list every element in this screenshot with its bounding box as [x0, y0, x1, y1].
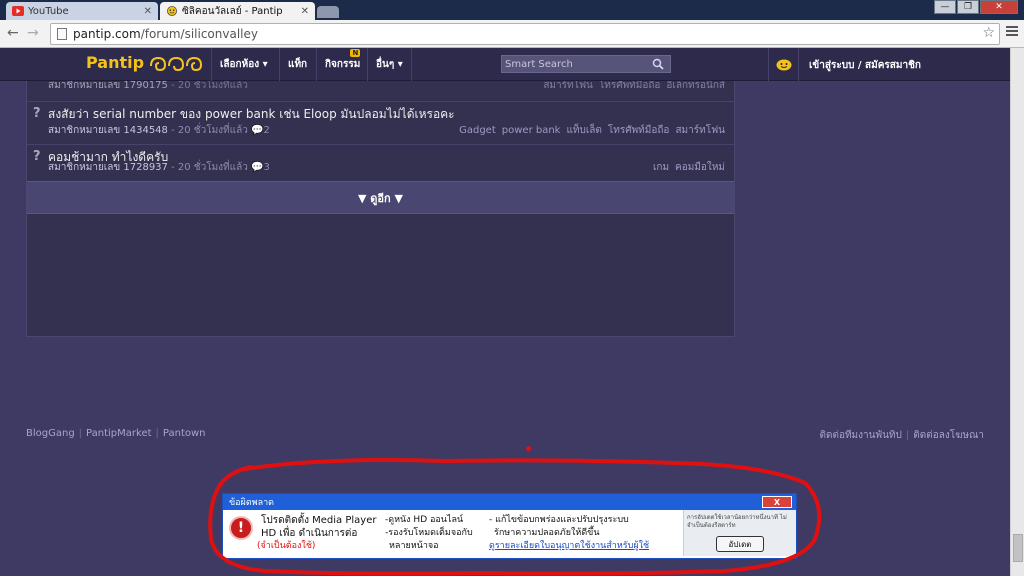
required-note: (จำเป็นต้องใช้) [257, 541, 316, 551]
pantip-emoticon-button[interactable] [768, 48, 799, 81]
comment-count: 2 [263, 125, 270, 136]
tab-title: ซิลิคอนวัลเลย์ - Pantip [182, 5, 283, 17]
pantip-logo[interactable]: Pantip [86, 53, 206, 72]
tab-title: YouTube [28, 5, 69, 17]
topic-tags: เกม คอมมือใหม่ [652, 162, 725, 173]
tab-close-icon[interactable]: ✕ [301, 6, 309, 17]
question-icon: ? [33, 106, 41, 121]
site-navbar: Pantip เลือกห้อง ▾ แท็ก กิจกรรม N อื่นๆ … [0, 48, 1024, 81]
topic-member[interactable]: สมาชิกหมายเลข 1434548 [48, 125, 168, 136]
youtube-icon [12, 6, 24, 16]
tab-youtube[interactable]: YouTube ✕ [6, 2, 158, 20]
nav-select-room[interactable]: เลือกห้อง ▾ [211, 48, 276, 81]
login-register-link[interactable]: เข้าสู่ระบบ / สมัครสมาชิก [809, 58, 921, 73]
search-placeholder: Smart Search [505, 58, 573, 70]
ad-message: โปรดติดตั้ง Media Player HD เพื่อ ดำเนิน… [257, 515, 377, 551]
topic-tags: Gadget power bank แท็บเล็ต โทรศัพท์มือถือ สม… [459, 125, 725, 136]
footer-links-left: BlogGang | PantipMarket | Pantown [26, 428, 206, 439]
comment-icon: 💬 [251, 162, 264, 173]
restore-icon[interactable]: ❐ [957, 0, 979, 14]
pantip-smiley-icon [167, 6, 177, 16]
ad-title: ข้อผิดพลาด [229, 498, 275, 508]
window-controls: — ❐ ✕ [934, 0, 1018, 14]
browser-toolbar: ← → pantip.com/forum/siliconvalley ☆ [0, 20, 1024, 48]
smart-search-input[interactable]: Smart Search [501, 55, 671, 73]
topic-title[interactable]: สงสัยว่า serial number ของ power bank เช… [48, 105, 455, 124]
topic-tags: สมาร์ทโฟน โทรศัพท์มือถือ อิเล็กทรอนิกส์ [543, 81, 725, 91]
footer-link-advertise[interactable]: ติดต่อลงโฆษณา [913, 430, 984, 441]
comment-count: 3 [263, 162, 270, 173]
nav-more[interactable]: อื่นๆ ▾ [367, 48, 412, 81]
browser-tabstrip: YouTube ✕ ซิลิคอนวัลเลย์ - Pantip ✕ — ❐ … [0, 0, 1024, 20]
new-tab-button[interactable] [317, 6, 339, 18]
nav-tags[interactable]: แท็ก [279, 48, 315, 81]
topic-row[interactable]: ? คอมช้ามาก ทำไงดีครับ สมาชิกหมายเลข 172… [27, 145, 734, 181]
footer-link-contact-team[interactable]: ติดต่อทีมงานพันทิป [819, 430, 901, 441]
window-close-icon[interactable]: ✕ [980, 0, 1018, 14]
tab-pantip[interactable]: ซิลิคอนวัลเลย์ - Pantip ✕ [160, 2, 315, 20]
right-sidebar [736, 81, 986, 339]
browser-menu-icon[interactable] [1006, 26, 1018, 38]
topic-row-clipped[interactable]: สมาชิกหมายเลข 1790175 - 20 ชั่วโมงที่แล้… [27, 81, 734, 93]
license-link[interactable]: ดูรายละเอียดใบอนุญาตใช้งานสำหรับผู้ใช้ [489, 540, 649, 553]
logo-text: Pantip [86, 53, 145, 72]
ad-titlebar: ข้อผิดพลาด X [223, 494, 796, 510]
smiley-icon [776, 59, 791, 70]
clipped-topic-area: สมาชิกหมายเลข 1790175 - 20 ชั่วโมงที่แล้… [27, 81, 734, 101]
topic-row[interactable]: ? สงสัยว่า serial number ของ power bank … [27, 101, 734, 145]
scrollbar-thumb[interactable] [1013, 534, 1023, 562]
footer-link-pantipmarket[interactable]: PantipMarket [86, 428, 151, 439]
red-annotation-dot [526, 446, 531, 451]
address-bar[interactable]: pantip.com/forum/siliconvalley ☆ [50, 23, 1000, 45]
ad-close-button[interactable]: X [762, 496, 792, 508]
question-icon: ? [33, 149, 41, 164]
ad-side-note: การอัปเดตใช้เวลาน้อยกว่าหนึ่งนาที ไม่จำเ… [687, 514, 787, 529]
ad-features-2: - แก้ไขข้อบกพร่องและปรับปรุงระบบ รักษาคว… [489, 515, 650, 553]
ad-body: ! โปรดติดตั้ง Media Player HD เพื่อ ดำเน… [223, 510, 796, 558]
error-icon: ! [229, 516, 253, 540]
footer-link-pantown[interactable]: Pantown [163, 428, 206, 439]
topic-member[interactable]: สมาชิกหมายเลข 1790175 [48, 81, 168, 91]
nav-activities[interactable]: กิจกรรม N [316, 48, 372, 81]
url-path: /forum/siliconvalley [140, 27, 258, 41]
minimize-icon[interactable]: — [934, 0, 956, 14]
topic-list: สมาชิกหมายเลข 1790175 - 20 ชั่วโมงที่แล้… [26, 81, 735, 337]
bookmark-star-icon[interactable]: ☆ [982, 25, 995, 41]
topic-time: - 20 ชั่วโมงที่แล้ว [171, 162, 248, 173]
back-arrow-icon[interactable]: ← [7, 25, 19, 41]
topic-time: - 20 ชั่วโมงที่แล้ว [171, 81, 248, 91]
update-button[interactable]: อัปเดต [716, 536, 764, 552]
tab-close-icon[interactable]: ✕ [144, 6, 152, 17]
footer-link-bloggang[interactable]: BlogGang [26, 428, 75, 439]
search-icon[interactable] [652, 58, 664, 70]
topic-time: - 20 ชั่วโมงที่แล้ว [171, 125, 248, 136]
comment-icon: 💬 [251, 125, 264, 136]
ad-side-panel: การอัปเดตใช้เวลาน้อยกว่าหนึ่งนาที ไม่จำเ… [683, 510, 796, 556]
page-scrollbar[interactable] [1010, 48, 1024, 576]
forward-arrow-icon[interactable]: → [27, 25, 39, 41]
footer-links-right: ติดต่อทีมงานพันทิป | ติดต่อลงโฆษณา [819, 430, 984, 441]
logo-thai-script-icon [150, 56, 203, 71]
page-icon [57, 28, 67, 40]
fake-error-ad[interactable]: ข้อผิดพลาด X ! โปรดติดตั้ง Media Player … [222, 493, 797, 559]
load-more-button[interactable]: ▼ ดูอีก ▼ [27, 181, 734, 214]
topic-member[interactable]: สมาชิกหมายเลข 1728937 [48, 162, 168, 173]
new-badge: N [350, 49, 361, 57]
ad-features-1: -ดูหนัง HD ออนไลน์ -รองรับโหมดเต็มจอกับ … [385, 515, 473, 551]
url-domain: pantip.com [73, 27, 141, 41]
